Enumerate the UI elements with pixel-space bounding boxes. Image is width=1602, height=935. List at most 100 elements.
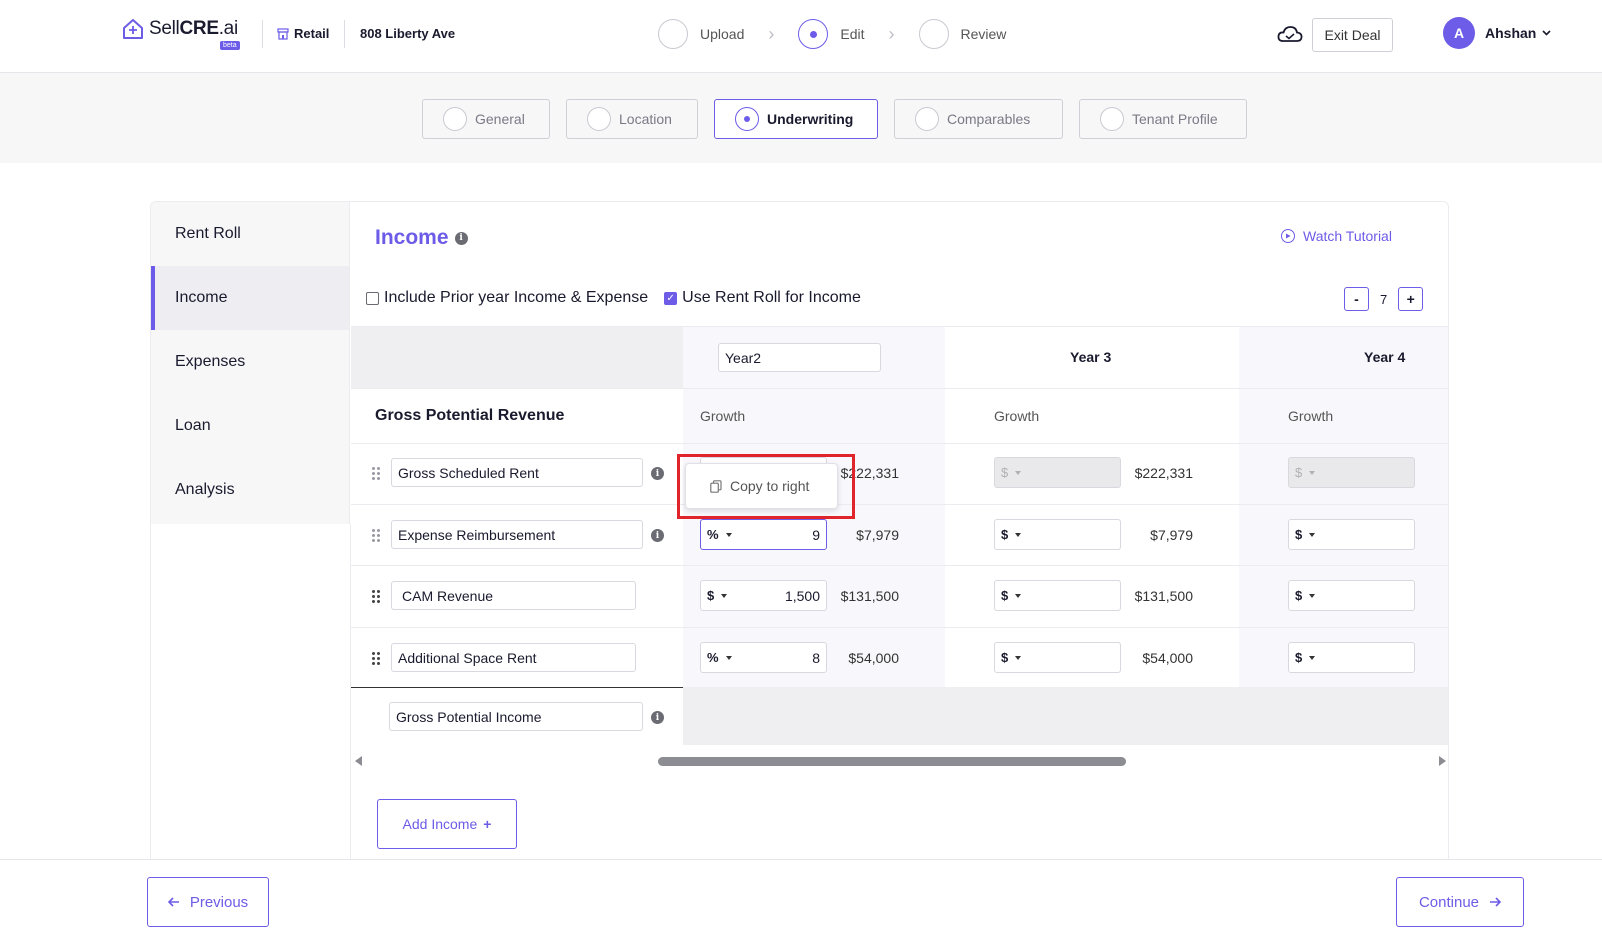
scroll-left-icon[interactable] [355,756,362,766]
sidebar-item-analysis[interactable]: Analysis [151,458,349,522]
user-menu[interactable]: Ahshan [1485,25,1551,41]
rent-roll-option[interactable]: ✓ Use Rent Roll for Income [664,289,861,307]
scrollbar-thumb[interactable] [658,757,1126,766]
divider [351,504,1448,505]
amount-y3: $7,979 [1150,527,1193,543]
prior-year-option[interactable]: Include Prior year Income & Expense [366,289,648,307]
income-name-input[interactable]: Gross Scheduled Rent [391,458,643,487]
store-icon [277,27,289,40]
section-title: Gross Potential Revenue [375,407,565,424]
sidebar: Rent Roll Income Expenses Loan Analysis [151,202,350,524]
income-options: Include Prior year Income & Expense ✓ Us… [366,289,861,307]
scroll-right-icon[interactable] [1439,756,1446,766]
radio-circle-icon [587,107,611,131]
underwriting-card: Rent Roll Income Expenses Loan Analysis … [150,201,1449,901]
tab-general[interactable]: General [422,99,550,139]
sidebar-item-loan[interactable]: Loan [151,394,349,458]
tab-location[interactable]: Location [566,99,698,139]
drag-handle-icon[interactable] [372,467,382,481]
property-type: Retail [277,26,329,41]
step-upload[interactable]: Upload [658,19,744,49]
radio-circle-active-icon [735,107,759,131]
sidebar-item-expenses[interactable]: Expenses [151,330,349,394]
amount-y2: $7,979 [856,527,899,543]
growth-input-y4[interactable]: $ [1288,642,1415,673]
income-grid: Year2 Year 3 Year 4 Gross Potential Reve… [351,326,1448,751]
divider [351,565,1448,566]
year-count-value: 7 [1380,291,1388,307]
divider [351,443,1448,444]
drag-handle-icon[interactable] [372,590,382,604]
year3-label: Year 3 [1070,349,1112,365]
drag-handle-icon[interactable] [372,529,382,543]
sidebar-item-rent-roll[interactable]: Rent Roll [151,202,349,266]
house-logo-icon [123,19,143,39]
income-name-input[interactable]: Additional Space Rent [391,643,636,672]
growth-input-y3[interactable]: $ [994,519,1121,550]
amount-y3: $222,331 [1134,465,1193,481]
drag-handle-icon[interactable] [372,652,382,666]
property-address: 808 Liberty Ave [360,26,456,41]
step-review[interactable]: Review [918,19,1006,49]
arrow-right-icon [1490,897,1502,907]
page-title: Income i [375,226,468,250]
section-tabs: General Location Underwriting Comparable… [422,99,1247,139]
chevron-right-icon: › [768,23,775,44]
radio-circle-icon [443,107,467,131]
growth-input-y3[interactable]: $ [994,580,1121,611]
logo-text: SellCRE.ai [149,18,238,39]
growth-input-y2[interactable]: % 9 [700,519,827,550]
chevron-down-icon [1542,30,1551,36]
radio-circle-icon [1100,107,1124,131]
amount-y3: $54,000 [1142,650,1193,666]
growth-input-y2[interactable]: % 8 [700,642,827,673]
add-income-button[interactable]: Add Income + [377,799,517,849]
tab-comparables[interactable]: Comparables [894,99,1063,139]
year2-label-input[interactable]: Year2 [718,343,881,372]
info-icon[interactable]: i [454,231,468,245]
user-name: Ahshan [1485,25,1537,41]
growth-input-y4[interactable]: $ [1288,580,1415,611]
growth-input-y4[interactable]: $ [1288,519,1415,550]
tab-underwriting[interactable]: Underwriting [714,99,878,139]
divider [351,627,1448,628]
growth-input-y2[interactable]: $1,500 [700,580,827,611]
divider [262,20,263,48]
prior-year-checkbox[interactable] [366,291,379,305]
avatar[interactable]: A [1443,17,1475,49]
section-tabs-band: General Location Underwriting Comparable… [0,73,1602,163]
year-count-stepper: - 7 + [1344,287,1424,311]
increment-years-button[interactable]: + [1398,287,1424,311]
play-circle-icon [1281,229,1295,243]
amount-y2: $54,000 [848,650,899,666]
cloud-sync-icon[interactable] [1277,24,1303,44]
chevron-right-icon: › [888,23,895,44]
footer-bar: Previous Continue [0,859,1602,935]
divider [351,388,1448,389]
sidebar-item-income[interactable]: Income [151,266,349,330]
info-icon[interactable]: i [651,529,664,542]
tab-tenant-profile[interactable]: Tenant Profile [1079,99,1247,139]
total-name-input[interactable]: Gross Potential Income [389,702,643,731]
progress-steps: Upload › Edit › Review [658,19,1006,49]
horizontal-scrollbar[interactable] [351,753,1448,769]
info-icon[interactable]: i [651,711,664,724]
watch-tutorial-link[interactable]: Watch Tutorial [1281,228,1392,244]
amount-y3: $131,500 [1134,588,1193,604]
continue-button[interactable]: Continue [1396,877,1524,927]
decrement-years-button[interactable]: - [1344,287,1369,311]
growth-input-y3[interactable]: $ [994,642,1121,673]
exit-deal-button[interactable]: Exit Deal [1312,18,1393,52]
income-name-input[interactable]: Expense Reimbursement [391,520,643,549]
property-type-label: Retail [294,26,330,41]
growth-label-y4: Growth [1288,408,1334,424]
amount-y2: $131,500 [840,588,899,604]
income-name-input[interactable]: CAM Revenue [391,581,636,610]
header-blank-cell [351,327,683,388]
step-edit[interactable]: Edit [798,19,865,49]
info-icon[interactable]: i [651,467,664,480]
divider [344,20,345,48]
previous-button[interactable]: Previous [147,877,269,927]
logo[interactable]: SellCRE.ai [121,18,238,40]
rent-roll-checkbox[interactable]: ✓ [664,291,678,305]
